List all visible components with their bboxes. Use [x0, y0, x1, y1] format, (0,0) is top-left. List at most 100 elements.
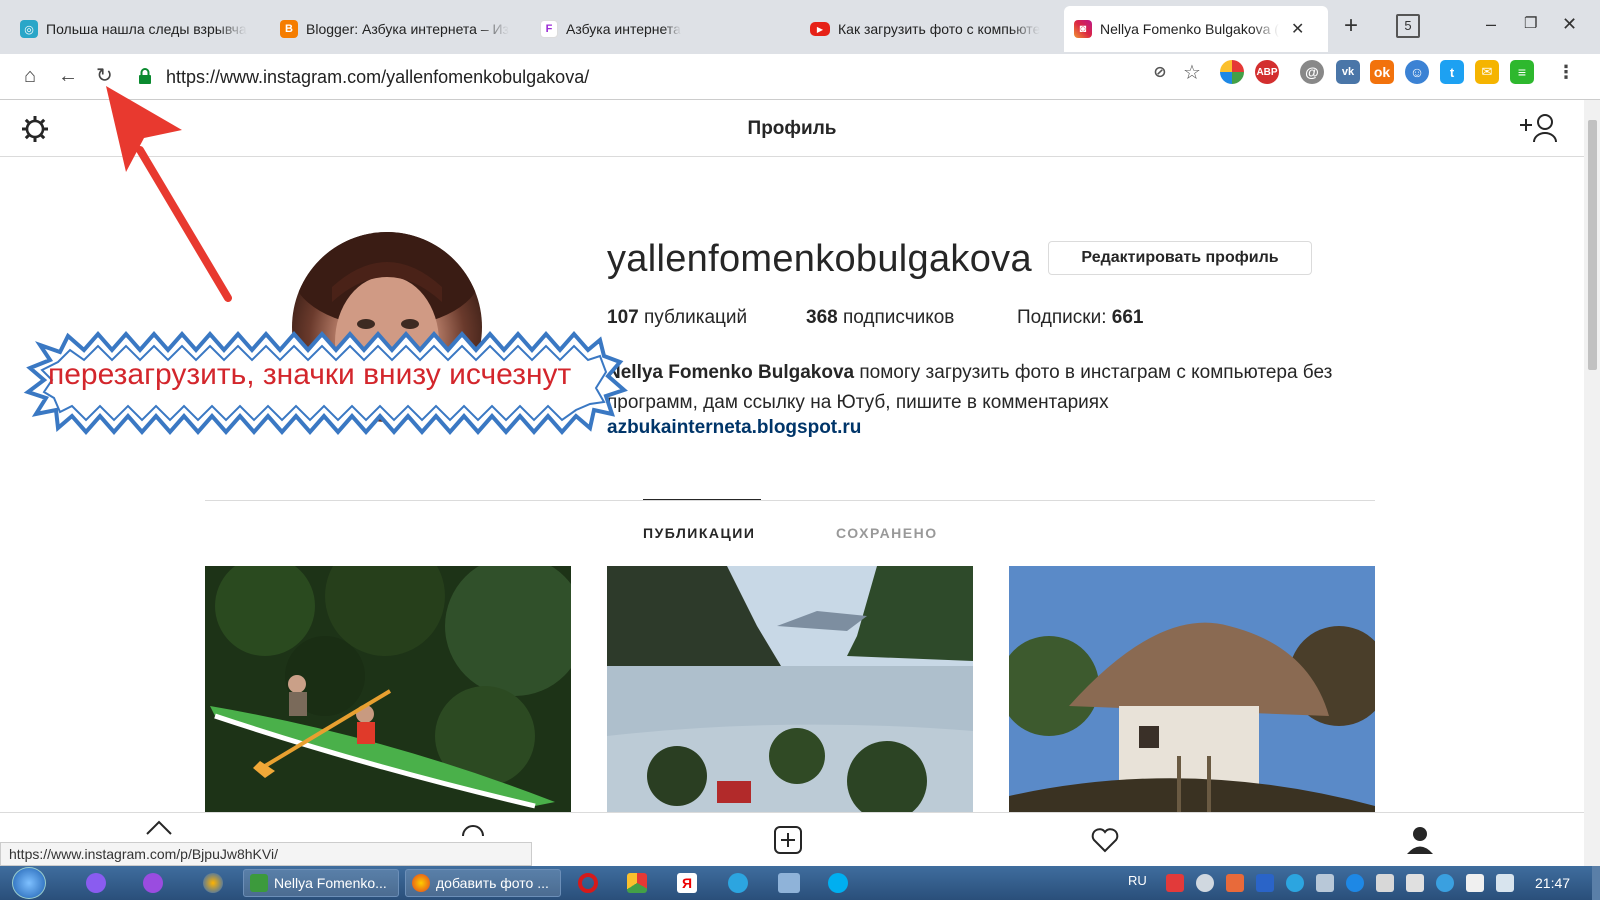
following-label: Подписки:	[1017, 307, 1107, 328]
shield-icon[interactable]	[1256, 874, 1274, 892]
heart-icon	[1091, 828, 1119, 853]
search-icon	[462, 825, 484, 836]
hut-photo	[1009, 566, 1375, 812]
posts-stat[interactable]: 107 публикаций	[607, 307, 747, 329]
battery-icon[interactable]	[1376, 874, 1394, 892]
flag-icon[interactable]	[1466, 874, 1484, 892]
language-indicator[interactable]: RU	[1128, 873, 1147, 888]
profile-nav-icon[interactable]	[1405, 825, 1435, 855]
tab-publications[interactable]: ПУБЛИКАЦИИ	[643, 525, 755, 541]
odnoklassniki-icon[interactable]: ok	[1370, 60, 1394, 84]
smile-icon[interactable]: ☺	[1405, 60, 1429, 84]
fjord-photo	[607, 566, 973, 812]
telegram-tray-icon[interactable]	[1286, 874, 1304, 892]
adblock-icon[interactable]: ABP	[1255, 60, 1279, 84]
profile-bio: Nellya Fomenko Bulgakova помогу загрузит…	[607, 358, 1367, 418]
post-thumbnail[interactable]	[205, 566, 571, 812]
followers-stat[interactable]: 368 подписчиков	[806, 307, 954, 329]
settings-tray-icon[interactable]	[1346, 874, 1364, 892]
tray-icon[interactable]	[1316, 874, 1334, 892]
tab-label: Как загрузить фото с компьюте	[838, 21, 1041, 37]
instagram-icon: ◙	[1074, 20, 1092, 38]
add-user-icon[interactable]	[1518, 112, 1560, 144]
firefox-icon	[412, 874, 430, 892]
fn-icon: F	[540, 20, 558, 38]
at-icon[interactable]: @	[1300, 60, 1324, 84]
tab-count-label: 5	[1404, 18, 1412, 33]
taskbar-task[interactable]: Nellya Fomenko...	[243, 869, 399, 897]
cloud-icon[interactable]	[1196, 874, 1214, 892]
home-icon[interactable]: ⌂	[24, 66, 36, 86]
tabs-divider	[205, 500, 1375, 501]
tab-favicon-icon: ◎	[20, 20, 38, 38]
new-tab-button[interactable]: +	[1344, 12, 1358, 40]
instagram-header: Профиль	[0, 100, 1584, 157]
bio-website-link[interactable]: azbukainterneta.blogspot.ru	[607, 417, 861, 439]
opera-icon[interactable]	[578, 873, 598, 893]
translate-icon[interactable]: ⊘	[1148, 60, 1172, 84]
search-nav-icon[interactable]	[458, 811, 488, 841]
tray-icon[interactable]	[1226, 874, 1244, 892]
home-nav-icon[interactable]	[144, 811, 174, 841]
tray-icon[interactable]	[1166, 874, 1184, 892]
bookmark-star-icon[interactable]: ☆	[1180, 60, 1204, 84]
task-label: Nellya Fomenko...	[274, 875, 387, 891]
screen-icon[interactable]	[778, 873, 800, 893]
network-icon[interactable]	[1436, 874, 1454, 892]
tab-label: Blogger: Азбука интернета – Из	[306, 21, 509, 37]
post-thumbnail[interactable]	[1009, 566, 1375, 812]
close-tab-icon[interactable]: ✕	[1291, 19, 1304, 39]
start-button[interactable]	[12, 867, 46, 899]
status-bar-url: https://www.instagram.com/p/BjpuJw8hKVi/	[0, 842, 532, 866]
apps-icon[interactable]	[1220, 60, 1244, 84]
skype-icon[interactable]	[828, 873, 848, 893]
tab-label: Азбука интернета	[566, 21, 681, 37]
display-icon[interactable]	[1496, 874, 1514, 892]
list-icon[interactable]: ≡	[1510, 60, 1534, 84]
microphone-icon[interactable]	[143, 873, 163, 893]
tab-label: Польша нашла следы взрывча	[46, 21, 247, 37]
yandex-icon[interactable]: Я	[677, 873, 697, 893]
menu-dots-icon[interactable]: ⋮	[1554, 60, 1578, 84]
telegram-icon[interactable]	[728, 873, 748, 893]
profile-avatar[interactable]	[292, 232, 482, 422]
browser-tab[interactable]: F Азбука интернета	[530, 8, 780, 50]
edit-profile-button[interactable]: Редактировать профиль	[1048, 241, 1312, 275]
reload-icon[interactable]: ↻	[96, 66, 113, 86]
close-window-button[interactable]: ✕	[1562, 14, 1577, 35]
profile-username: yallenfomenkobulgakova	[607, 238, 1032, 280]
browser-tab[interactable]: B Blogger: Азбука интернета – Из	[270, 8, 520, 50]
tab-saved[interactable]: СОХРАНЕНО	[836, 525, 938, 541]
browser-tab-bar: ◎ Польша нашла следы взрывча B Blogger: …	[0, 0, 1600, 54]
scrollbar-thumb[interactable]	[1588, 120, 1597, 370]
chat-icon[interactable]: ✉	[1475, 60, 1499, 84]
back-icon[interactable]: ←	[58, 66, 78, 86]
tab-label: Nellya Fomenko Bulgakova (	[1100, 21, 1279, 37]
person-icon	[1407, 827, 1433, 854]
tab-count-button[interactable]: 5	[1396, 14, 1420, 38]
callout-text: перезагрузить, значки внизу исчезнут	[48, 358, 572, 391]
posts-count: 107	[607, 307, 639, 328]
app-icon[interactable]	[627, 873, 647, 893]
new-post-nav-icon[interactable]	[773, 825, 803, 855]
following-stat[interactable]: Подписки: 661	[1017, 307, 1143, 329]
browser-tab[interactable]: ◎ Польша нашла следы взрывча	[10, 8, 260, 50]
address-bar-input[interactable]: https://www.instagram.com/yallenfomenkob…	[166, 67, 589, 88]
taskbar-task[interactable]: добавить фото ...	[405, 869, 561, 897]
activity-nav-icon[interactable]	[1090, 825, 1120, 855]
show-desktop-button[interactable]	[1592, 866, 1600, 900]
minimize-button[interactable]: –	[1486, 14, 1496, 35]
vk-icon[interactable]: vk	[1336, 60, 1360, 84]
browser-app-icon[interactable]	[203, 873, 223, 893]
browser-tab[interactable]: ▶ Как загрузить фото с компьюте	[800, 8, 1052, 50]
post-thumbnail[interactable]	[607, 566, 973, 812]
browser-tab-active[interactable]: ◙ Nellya Fomenko Bulgakova ( ✕	[1064, 6, 1328, 52]
plus-square-icon	[774, 826, 802, 854]
restore-button[interactable]: ❐	[1524, 14, 1537, 32]
alice-icon[interactable]	[86, 873, 106, 893]
twitter-icon[interactable]: t	[1440, 60, 1464, 84]
task-label: добавить фото ...	[436, 875, 549, 891]
house-icon	[146, 820, 172, 835]
volume-icon[interactable]	[1406, 874, 1424, 892]
taskbar-clock[interactable]: 21:47	[1535, 875, 1570, 891]
